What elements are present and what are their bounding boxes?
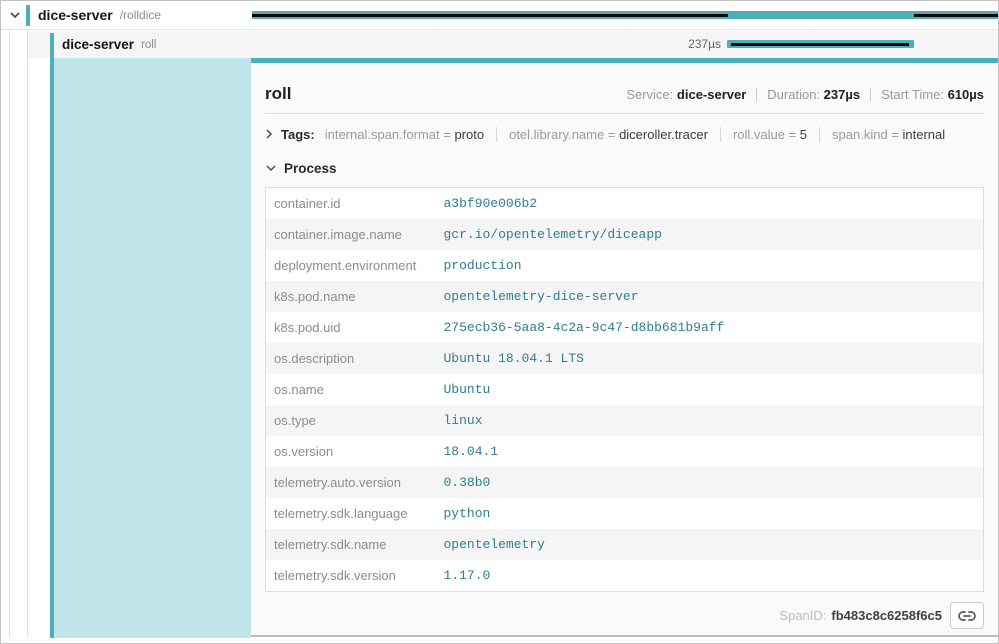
process-table-row: telemetry.sdk.nameopentelemetry [266,529,984,560]
process-table-row: telemetry.auto.version0.38b0 [266,467,984,498]
process-table-row: k8s.pod.uid275ecb36-5aa8-4c2a-9c47-d8bb6… [266,312,984,343]
span-duration-label: 237µs [251,37,721,51]
process-table-row: container.ida3bf90e006b2 [266,188,984,220]
service-value: dice-server [677,87,746,102]
process-key: k8s.pod.uid [266,312,436,343]
span-timeline-cell[interactable] [251,1,998,29]
span-detail-panel: roll Service: dice-server Duration: 237µs… [251,58,998,641]
operation-name: roll [141,39,156,51]
process-label: Process [284,161,337,176]
tags-toggle-row[interactable]: Tags: internal.span.format = protootel.l… [265,123,984,145]
duration-label: Duration: [767,87,820,102]
span-bar-roll[interactable] [727,40,914,48]
span-detail-footer: SpanID: fb483c8c6258f6c5 [265,602,984,629]
tag-summary-item: span.kind = internal [819,127,957,142]
duration-value: 237µs [824,87,860,102]
process-value: 275ecb36-5aa8-4c2a-9c47-d8bb681b9aff [436,312,984,343]
span-detail-body: roll Service: dice-server Duration: 237µs… [251,63,998,637]
process-table-row: os.descriptionUbuntu 18.04.1 LTS [266,343,984,374]
process-key: telemetry.sdk.name [266,529,436,560]
trace-detail-view: dice-server /rolldice dice-server roll 2… [0,0,999,644]
span-row-rolldice[interactable]: dice-server /rolldice [1,1,998,30]
service-label: Service: [626,87,673,102]
span-detail-header: roll Service: dice-server Duration: 237µs… [265,63,984,104]
critical-path-segment [914,14,998,17]
collapse-children-button[interactable] [8,8,22,22]
tags-label: Tags: [281,127,315,142]
meta-separator [756,88,757,101]
process-table-row: telemetry.sdk.languagepython [266,498,984,529]
indent-guide-line [9,30,10,638]
process-key: telemetry.sdk.version [266,560,436,592]
process-value: Ubuntu [436,374,984,405]
process-table-row: k8s.pod.nameopentelemetry-dice-server [266,281,984,312]
process-table-row: os.nameUbuntu [266,374,984,405]
process-key: container.id [266,188,436,220]
spanid-value: fb483c8c6258f6c5 [831,608,942,623]
tag-summary-item: roll.value = 5 [720,127,819,142]
process-value: Ubuntu 18.04.1 LTS [436,343,984,374]
process-key: os.version [266,436,436,467]
span-name-cell[interactable]: dice-server roll [1,31,251,58]
process-table-row: telemetry.sdk.version1.17.0 [266,560,984,592]
span-meta: Service: dice-server Duration: 237µs Start… [626,87,984,102]
critical-path-segment [731,43,909,46]
process-key-value-table: container.ida3bf90e006b2container.image.… [265,187,984,592]
deep-link-button[interactable] [950,602,984,629]
process-key: os.type [266,405,436,436]
process-table-row: os.version18.04.1 [266,436,984,467]
start-time-label: Start Time: [881,87,944,102]
process-value: gcr.io/opentelemetry/diceapp [436,219,984,250]
process-value: a3bf90e006b2 [436,188,984,220]
process-value: python [436,498,984,529]
chevron-down-icon [9,11,21,19]
service-name: dice-server [62,37,134,52]
process-table-row: deployment.environmentproduction [266,250,984,281]
service-color-bar [26,5,30,26]
process-table-row: container.image.namegcr.io/opentelemetry… [266,219,984,250]
span-timeline-cell[interactable]: 237µs [251,31,998,58]
tag-summary-item: internal.span.format = proto [325,127,496,142]
process-value: production [436,250,984,281]
process-key: deployment.environment [266,250,436,281]
span-name-cell[interactable]: dice-server /rolldice [1,1,251,29]
service-name: dice-server [38,7,113,23]
process-toggle-row[interactable]: Process [265,158,984,178]
span-accent-bar [50,34,54,638]
process-key: telemetry.auto.version [266,467,436,498]
span-bar-rolldice[interactable] [252,11,998,19]
selected-span-highlight [54,58,251,638]
process-value: 18.04.1 [436,436,984,467]
link-icon [958,610,976,622]
process-key: telemetry.sdk.language [266,498,436,529]
process-value: 1.17.0 [436,560,984,592]
meta-separator [870,88,871,101]
span-operation-title: roll [265,84,291,104]
process-value: opentelemetry [436,529,984,560]
span-row-roll[interactable]: dice-server roll 237µs [1,31,998,58]
process-key: k8s.pod.name [266,281,436,312]
header-divider [265,113,984,114]
start-time-value: 610µs [948,87,984,102]
spanid-label: SpanID: [779,608,826,623]
bottom-strip [1,640,998,643]
selected-span-left-region [1,58,251,638]
process-value: 0.38b0 [436,467,984,498]
process-key: container.image.name [266,219,436,250]
tag-summary-item: otel.library.name = diceroller.tracer [496,127,720,142]
process-key: os.description [266,343,436,374]
operation-name: /rolldice [120,8,161,22]
process-key: os.name [266,374,436,405]
process-value: linux [436,405,984,436]
critical-path-segment [252,14,728,17]
process-value: opentelemetry-dice-server [436,281,984,312]
chevron-right-icon [265,128,273,140]
process-table-row: os.typelinux [266,405,984,436]
chevron-down-icon [265,164,277,172]
tags-summary: internal.span.format = protootel.library… [325,127,957,142]
indent-guide-line [27,30,28,638]
